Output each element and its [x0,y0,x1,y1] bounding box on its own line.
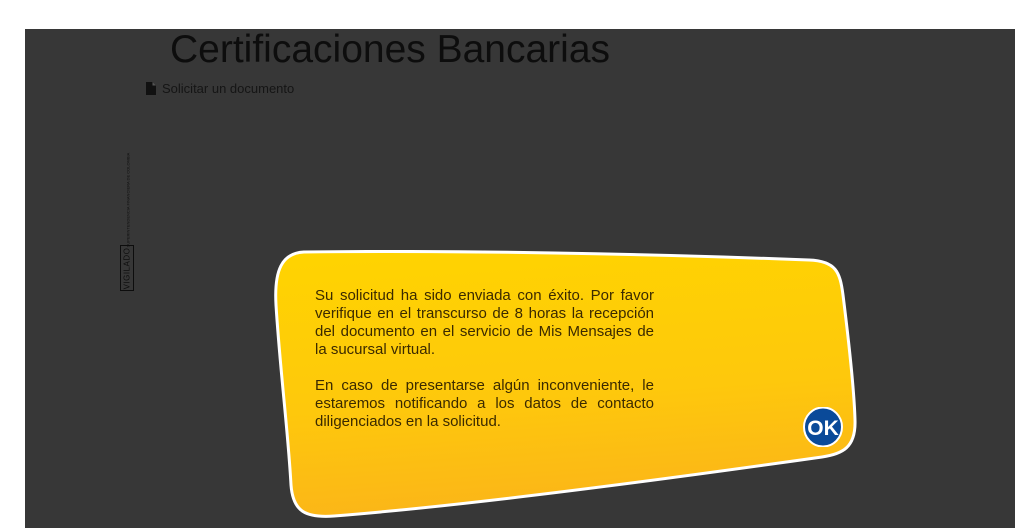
request-document-label: Solicitar un documento [162,81,295,96]
document-icon [146,82,156,95]
dialog-paragraph-2: En caso de presentarse algún inconvenien… [315,377,654,430]
ok-button[interactable]: OK [803,407,843,447]
page-title: Certificaciones Bancarias [170,29,611,71]
ok-label: OK [807,417,839,440]
vigilado-badge: VIGILADO [120,245,134,291]
vigilado-seal: SUPERINTENDENCIA FINANCIERA DE COLOMBIA … [120,152,136,291]
modal-overlay: Certificaciones Bancarias Solicitar un d… [25,29,1015,528]
success-dialog: Su solicitud ha sido enviada con éxito. … [274,250,857,519]
dialog-message: Su solicitud ha sido enviada con éxito. … [315,287,654,449]
superintendencia-text: SUPERINTENDENCIA FINANCIERA DE COLOMBIA [125,152,131,248]
dialog-paragraph-1: Su solicitud ha sido enviada con éxito. … [315,287,654,358]
request-document-link[interactable]: Solicitar un documento [146,81,294,96]
